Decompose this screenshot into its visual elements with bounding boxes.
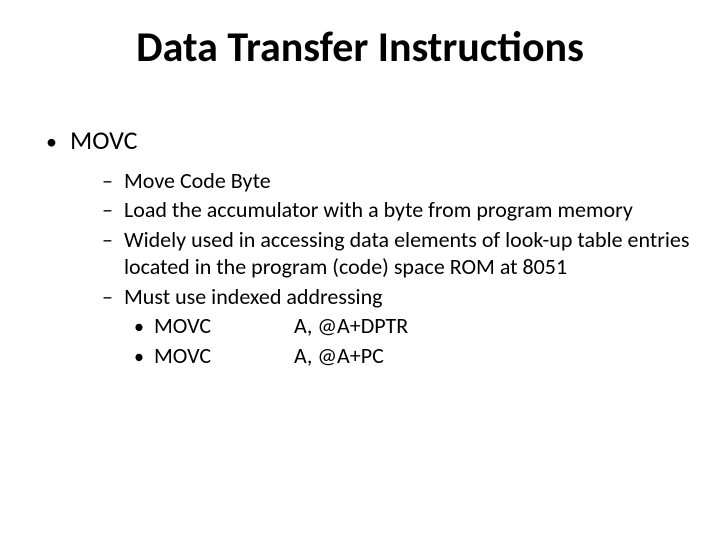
- bullet-lvl2: – Move Code Byte – Load the accumulator …: [46, 167, 692, 371]
- sub-text: Move Code Byte: [124, 167, 271, 195]
- instruction-text: MOVCA, @A+DPTR: [154, 312, 408, 340]
- bullet-dot-icon: •: [46, 128, 70, 156]
- list-item: • MOVC: [46, 124, 692, 157]
- bullet-dot-icon: •: [134, 345, 154, 370]
- cmd-name: MOVC: [154, 342, 294, 370]
- sub-text: Must use indexed addressing: [124, 283, 383, 311]
- sub-text: Load the accumulator with a byte from pr…: [124, 196, 633, 224]
- sub-text: Widely used in accessing data elements o…: [124, 226, 692, 281]
- bullet-dash-icon: –: [102, 283, 124, 311]
- list-item: – Move Code Byte: [102, 167, 692, 195]
- list-item: – Must use indexed addressing: [102, 283, 692, 311]
- instruction-text: MOVCA, @A+PC: [154, 342, 384, 370]
- bullet-dash-icon: –: [102, 167, 124, 195]
- content-area: • MOVC – Move Code Byte – Load the accum…: [28, 124, 692, 376]
- bullet-dot-icon: •: [134, 315, 154, 340]
- list-item: – Load the accumulator with a byte from …: [102, 196, 692, 224]
- cmd-args: A, @A+PC: [294, 342, 384, 369]
- slide: Data Transfer Instructions • MOVC – Move…: [0, 0, 720, 540]
- list-item: • MOVCA, @A+DPTR: [134, 312, 692, 340]
- list-item: – Widely used in accessing data elements…: [102, 226, 692, 281]
- list-item: • MOVCA, @A+PC: [134, 342, 692, 370]
- slide-title: Data Transfer Instructions: [0, 22, 720, 73]
- bullet-lvl1: • MOVC – Move Code Byte – Load the accum…: [28, 124, 692, 370]
- bullet-dash-icon: –: [102, 226, 124, 254]
- topic-label: MOVC: [70, 124, 138, 157]
- cmd-args: A, @A+DPTR: [294, 312, 408, 339]
- cmd-name: MOVC: [154, 312, 294, 340]
- bullet-lvl3: • MOVCA, @A+DPTR • MOVCA, @A+PC: [102, 312, 692, 370]
- bullet-dash-icon: –: [102, 196, 124, 224]
